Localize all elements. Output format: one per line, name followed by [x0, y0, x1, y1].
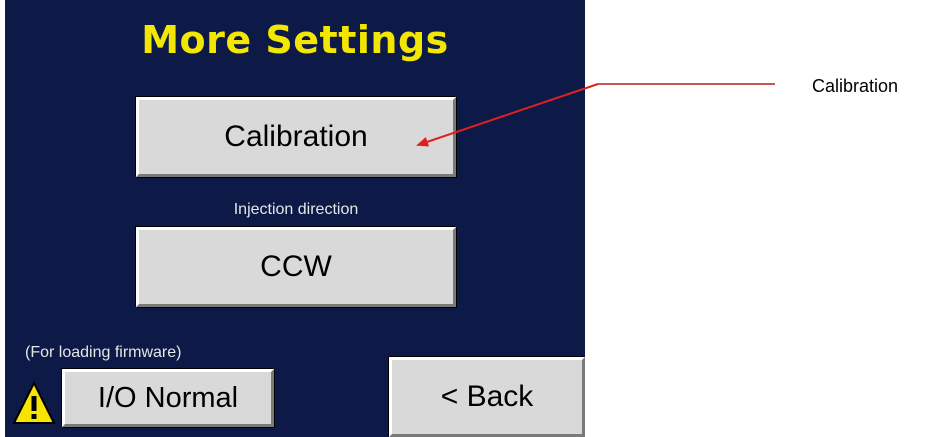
- firmware-caption: (For loading firmware): [25, 344, 182, 361]
- page: More Settings Calibration Injection dire…: [0, 0, 943, 437]
- injection-direction-caption: Injection direction: [233, 201, 359, 218]
- calibration-button[interactable]: Calibration: [136, 97, 456, 177]
- warning-icon: [12, 381, 56, 424]
- annotation-label: Calibration: [812, 76, 899, 96]
- io-normal-button[interactable]: I/O Normal: [62, 369, 274, 427]
- injection-direction-button[interactable]: CCW: [136, 227, 456, 307]
- page-title: More Settings: [141, 18, 449, 62]
- settings-panel: More Settings Calibration Injection dire…: [5, 0, 585, 437]
- back-button[interactable]: < Back: [389, 357, 585, 437]
